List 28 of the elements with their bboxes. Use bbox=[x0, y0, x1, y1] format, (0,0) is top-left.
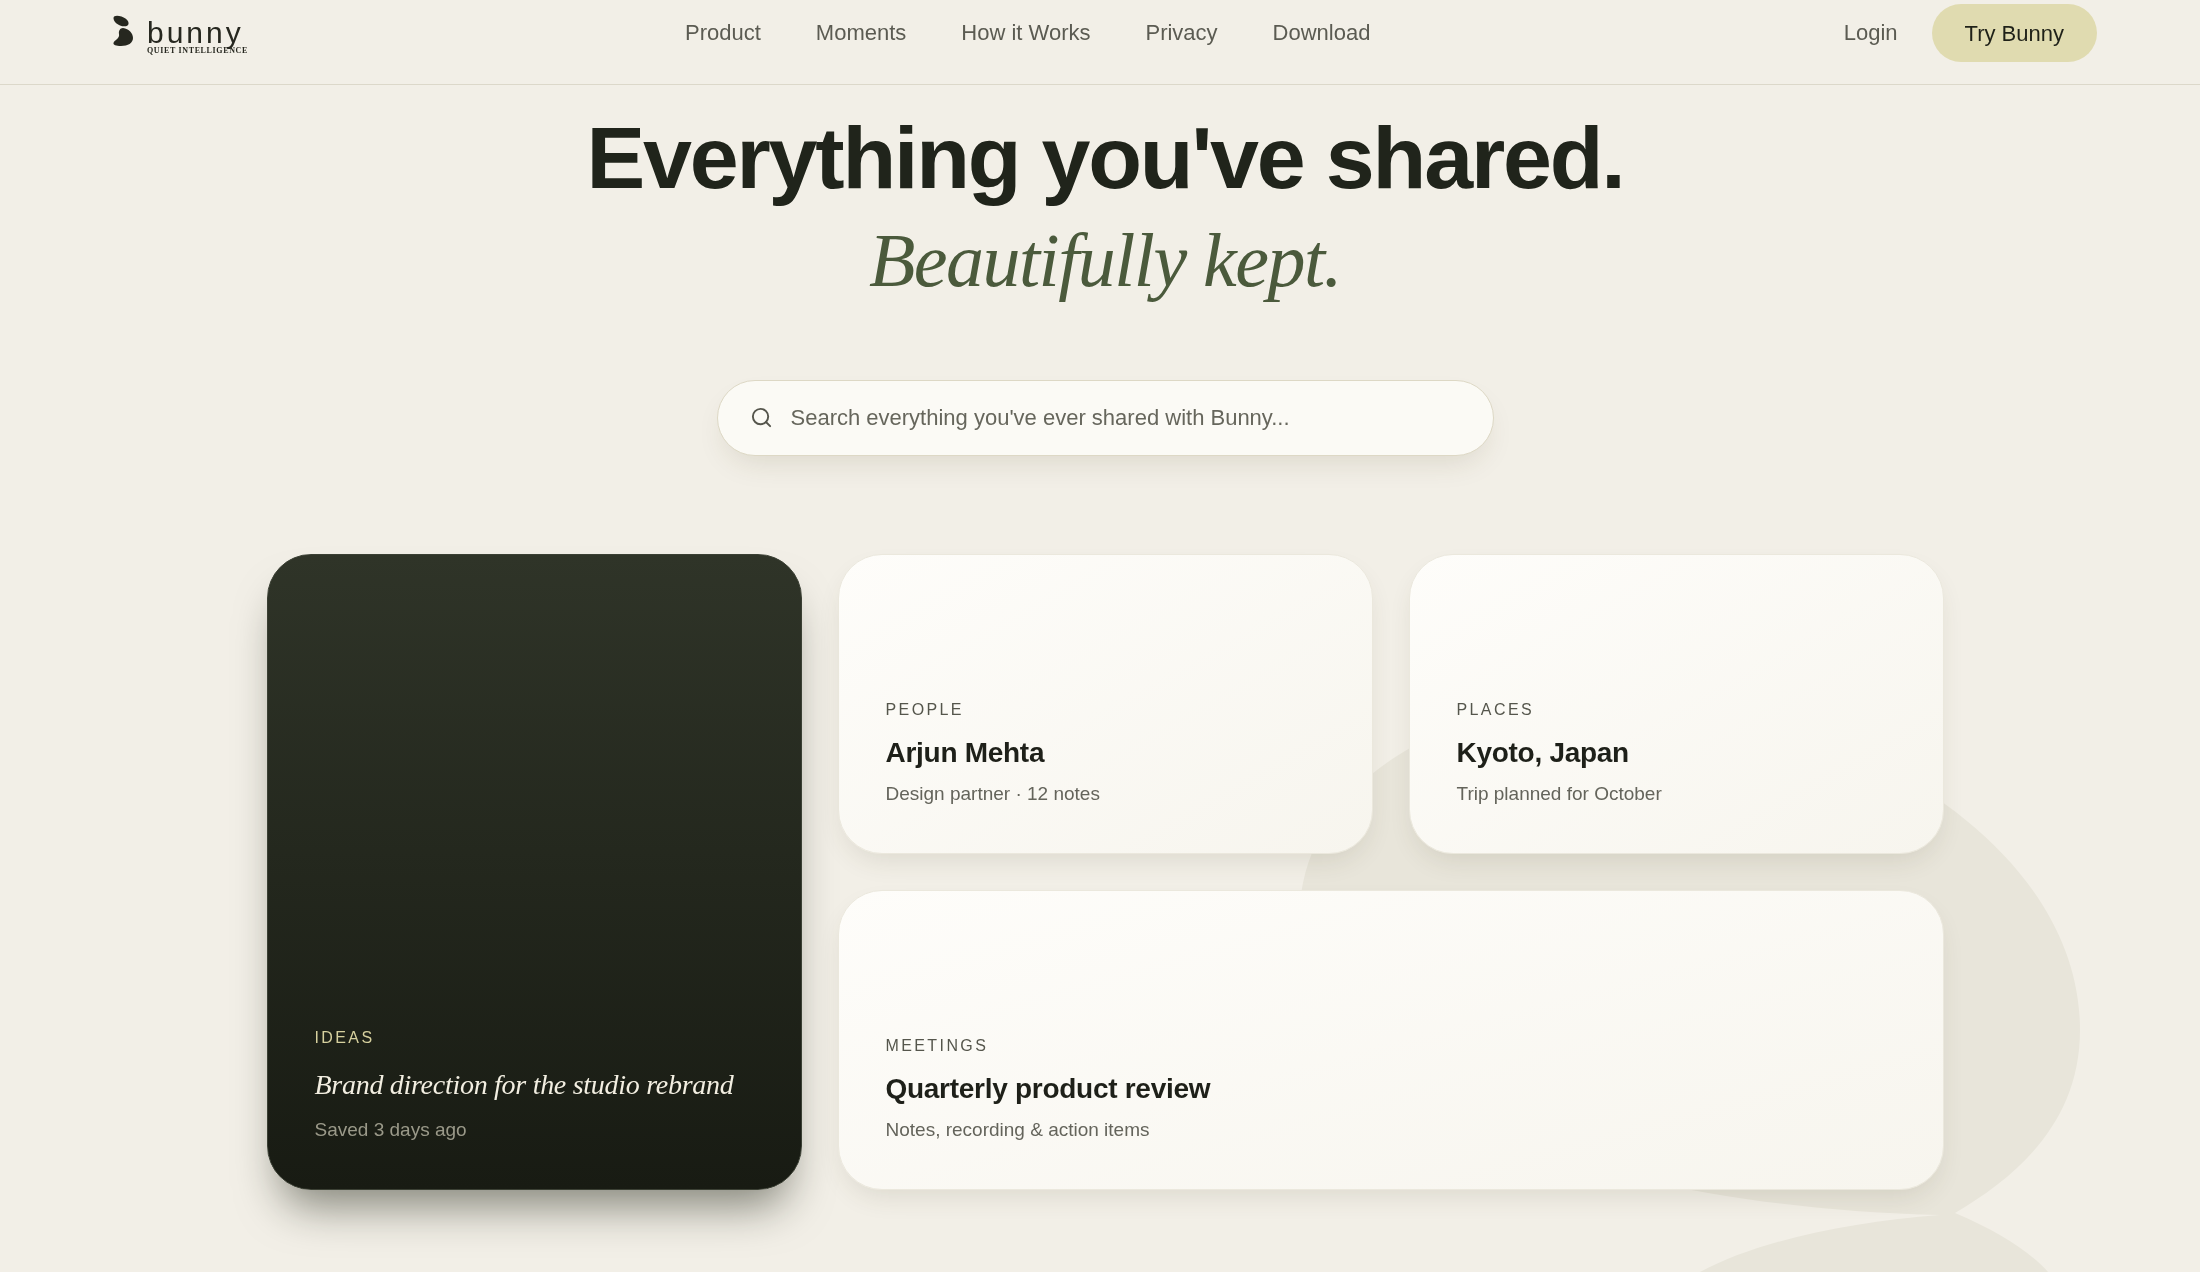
card-subtitle: Trip planned for October bbox=[1456, 782, 1662, 806]
moment-card[interactable]: MEETINGS Quarterly product review Notes, recording & action items bbox=[837, 890, 1944, 1190]
nav-link[interactable]: Download bbox=[1272, 19, 1371, 47]
card-subtitle: Notes, recording & action items bbox=[885, 1118, 1150, 1142]
logo-icon bbox=[112, 15, 134, 47]
category-label: MEETINGS bbox=[885, 1036, 989, 1056]
card-title: Quarterly product review bbox=[885, 1072, 1211, 1106]
moment-card[interactable]: IDEAS Brand direction for the studio rebrand Saved 3 days ago bbox=[266, 554, 802, 1190]
search-field[interactable]: Search everything you've ever shared with Bunny... bbox=[716, 380, 1494, 456]
category-label: PLACES bbox=[1456, 700, 1535, 720]
nav-link[interactable]: How it Works bbox=[961, 19, 1091, 47]
nav-link[interactable]: Privacy bbox=[1145, 19, 1218, 47]
login-link[interactable]: Login bbox=[1843, 19, 1898, 47]
card-subtitle: Saved 3 days ago bbox=[314, 1118, 467, 1142]
nav-link[interactable]: Moments bbox=[815, 19, 907, 47]
card-title: Brand direction for the studio rebrand bbox=[314, 1068, 734, 1102]
card-title: Kyoto, Japan bbox=[1456, 736, 1629, 770]
nav-link[interactable]: Product bbox=[685, 19, 761, 47]
category-label: IDEAS bbox=[314, 1028, 375, 1048]
cta-button[interactable]: Try Bunny bbox=[1931, 4, 2097, 62]
logo-tagline: QUIET INTELLIGENCE bbox=[147, 47, 248, 55]
card-title: Arjun Mehta bbox=[885, 736, 1045, 770]
logo-wordmark[interactable]: bunny bbox=[147, 18, 244, 48]
moment-card[interactable]: PEOPLE Arjun Mehta Design partner · 12 notes bbox=[837, 554, 1373, 854]
category-label: PEOPLE bbox=[885, 700, 964, 720]
search-icon bbox=[749, 406, 773, 429]
card-subtitle: Design partner · 12 notes bbox=[885, 782, 1100, 806]
moment-card[interactable]: PLACES Kyoto, Japan Trip planned for October bbox=[1408, 554, 1944, 854]
